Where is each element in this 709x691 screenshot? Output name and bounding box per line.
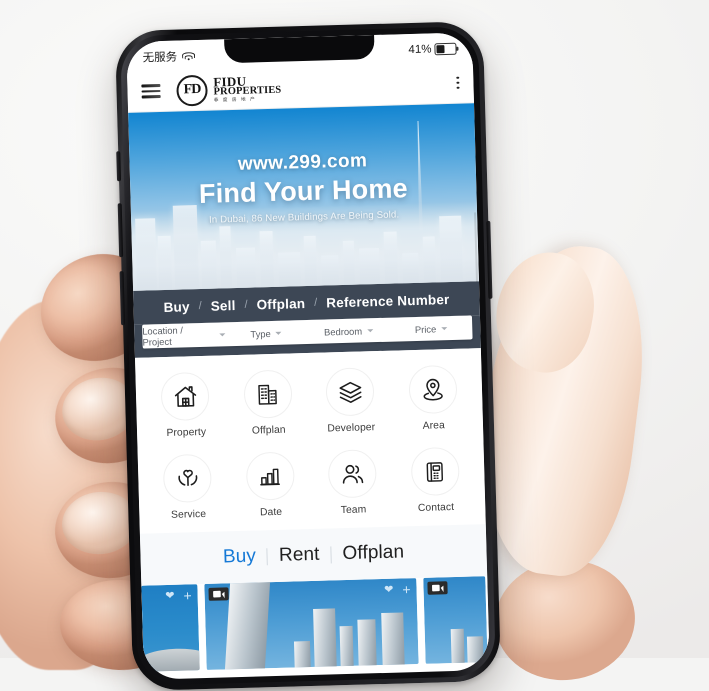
phone-screen: 无服务 09:08 41% FD FIDU PROPERTIES — [126, 32, 490, 680]
search-tab-buy[interactable]: Buy — [163, 299, 190, 315]
quick-link-label: Offplan — [251, 424, 286, 437]
layers-icon — [325, 367, 375, 417]
kebab-menu-icon[interactable] — [456, 76, 460, 90]
quick-link-team[interactable]: Team — [311, 449, 395, 517]
listing-tab-buy[interactable]: Buy — [223, 546, 257, 569]
filter-bedroom[interactable]: Bedroom — [307, 324, 390, 337]
quick-link-date[interactable]: Date — [228, 451, 312, 519]
chevron-down-icon — [441, 326, 448, 330]
quick-link-label: Developer — [327, 422, 376, 435]
quick-link-label: Team — [340, 504, 367, 517]
hero-banner: www.299.com Find Your Home In Dubai, 86 … — [128, 103, 479, 291]
bar-chart-icon — [245, 451, 295, 501]
quick-link-contact[interactable]: Contact — [393, 446, 477, 514]
quick-links-row-2: Service Date Team Contact — [146, 446, 478, 521]
smartphone: 无服务 09:08 41% FD FIDU PROPERTIES — [114, 20, 502, 691]
tab-separator: / — [314, 296, 318, 309]
listing-tab-rent[interactable]: Rent — [279, 544, 320, 567]
hamburger-menu-icon[interactable] — [141, 84, 161, 99]
quick-link-label: Area — [422, 420, 445, 432]
logo-line-3: 菲 度 房 地 产 — [213, 96, 257, 103]
people-icon — [327, 449, 378, 499]
video-icon — [208, 587, 229, 601]
card-actions: ❤ + — [384, 581, 411, 597]
listing-tab-offplan[interactable]: Offplan — [342, 541, 404, 565]
filter-label: Type — [250, 327, 271, 340]
desk-phone-icon — [410, 446, 460, 497]
quick-link-service[interactable]: Service — [146, 453, 230, 521]
carrier-label: 无服务 — [142, 51, 178, 65]
tab-separator: / — [198, 299, 202, 313]
filter-label: Bedroom — [323, 324, 363, 338]
tab-divider — [266, 547, 269, 565]
notch — [224, 35, 375, 64]
logo-monogram-icon: FD — [176, 74, 208, 107]
tab-separator: / — [244, 298, 248, 311]
filter-price[interactable]: Price — [390, 322, 473, 335]
search-tab-reference-number[interactable]: Reference Number — [326, 292, 450, 310]
mute-switch[interactable] — [116, 151, 122, 182]
quick-link-property[interactable]: Property — [143, 371, 227, 439]
quick-link-label: Property — [166, 426, 207, 439]
search-tab-offplan[interactable]: Offplan — [256, 296, 305, 312]
quick-link-area[interactable]: Area — [391, 364, 475, 432]
video-icon — [427, 581, 448, 595]
search-tab-sell[interactable]: Sell — [211, 298, 236, 314]
quick-links-row-1: Property Offplan Developer Area — [143, 364, 475, 439]
quick-link-label: Service — [170, 508, 207, 521]
card-actions: ❤ + — [165, 587, 192, 603]
battery-percent-label: 41% — [408, 43, 432, 57]
plus-icon[interactable]: + — [402, 581, 411, 597]
listing-card[interactable]: ❤ + — [141, 584, 200, 672]
heart-in-hands-icon — [162, 453, 213, 504]
map-pin-icon — [408, 364, 458, 415]
plus-icon[interactable]: + — [183, 587, 192, 603]
listing-tab-bar: Buy Rent Offplan — [139, 524, 488, 586]
chevron-down-icon — [367, 328, 374, 332]
quick-links-grid: Property Offplan Developer Area Service … — [134, 348, 486, 534]
quick-link-offplan[interactable]: Offplan — [226, 369, 310, 437]
quick-link-label: Contact — [417, 501, 455, 514]
filter-location-project[interactable]: Location / Project — [142, 323, 225, 348]
battery-icon — [434, 42, 457, 56]
house-icon — [160, 371, 210, 422]
brand-logo[interactable]: FD FIDU PROPERTIES 菲 度 房 地 产 — [176, 72, 282, 107]
filter-type[interactable]: Type — [225, 327, 308, 340]
listing-card[interactable] — [423, 576, 488, 664]
quick-link-developer[interactable]: Developer — [308, 367, 392, 435]
building-icon — [243, 369, 293, 419]
tab-divider — [330, 545, 332, 563]
quick-link-label: Date — [259, 506, 283, 519]
listing-card[interactable]: ❤ + — [204, 578, 419, 670]
heart-icon[interactable]: ❤ — [384, 583, 394, 595]
listing-card-carousel[interactable]: ❤ + ❤ + — [141, 576, 490, 672]
wifi-icon — [181, 51, 195, 61]
heart-icon[interactable]: ❤ — [165, 589, 175, 601]
hero-text: www.299.com Find Your Home In Dubai, 86 … — [129, 147, 477, 228]
filter-label: Location / Project — [142, 324, 184, 348]
chevron-down-icon — [275, 331, 282, 335]
filter-label: Price — [414, 322, 437, 335]
